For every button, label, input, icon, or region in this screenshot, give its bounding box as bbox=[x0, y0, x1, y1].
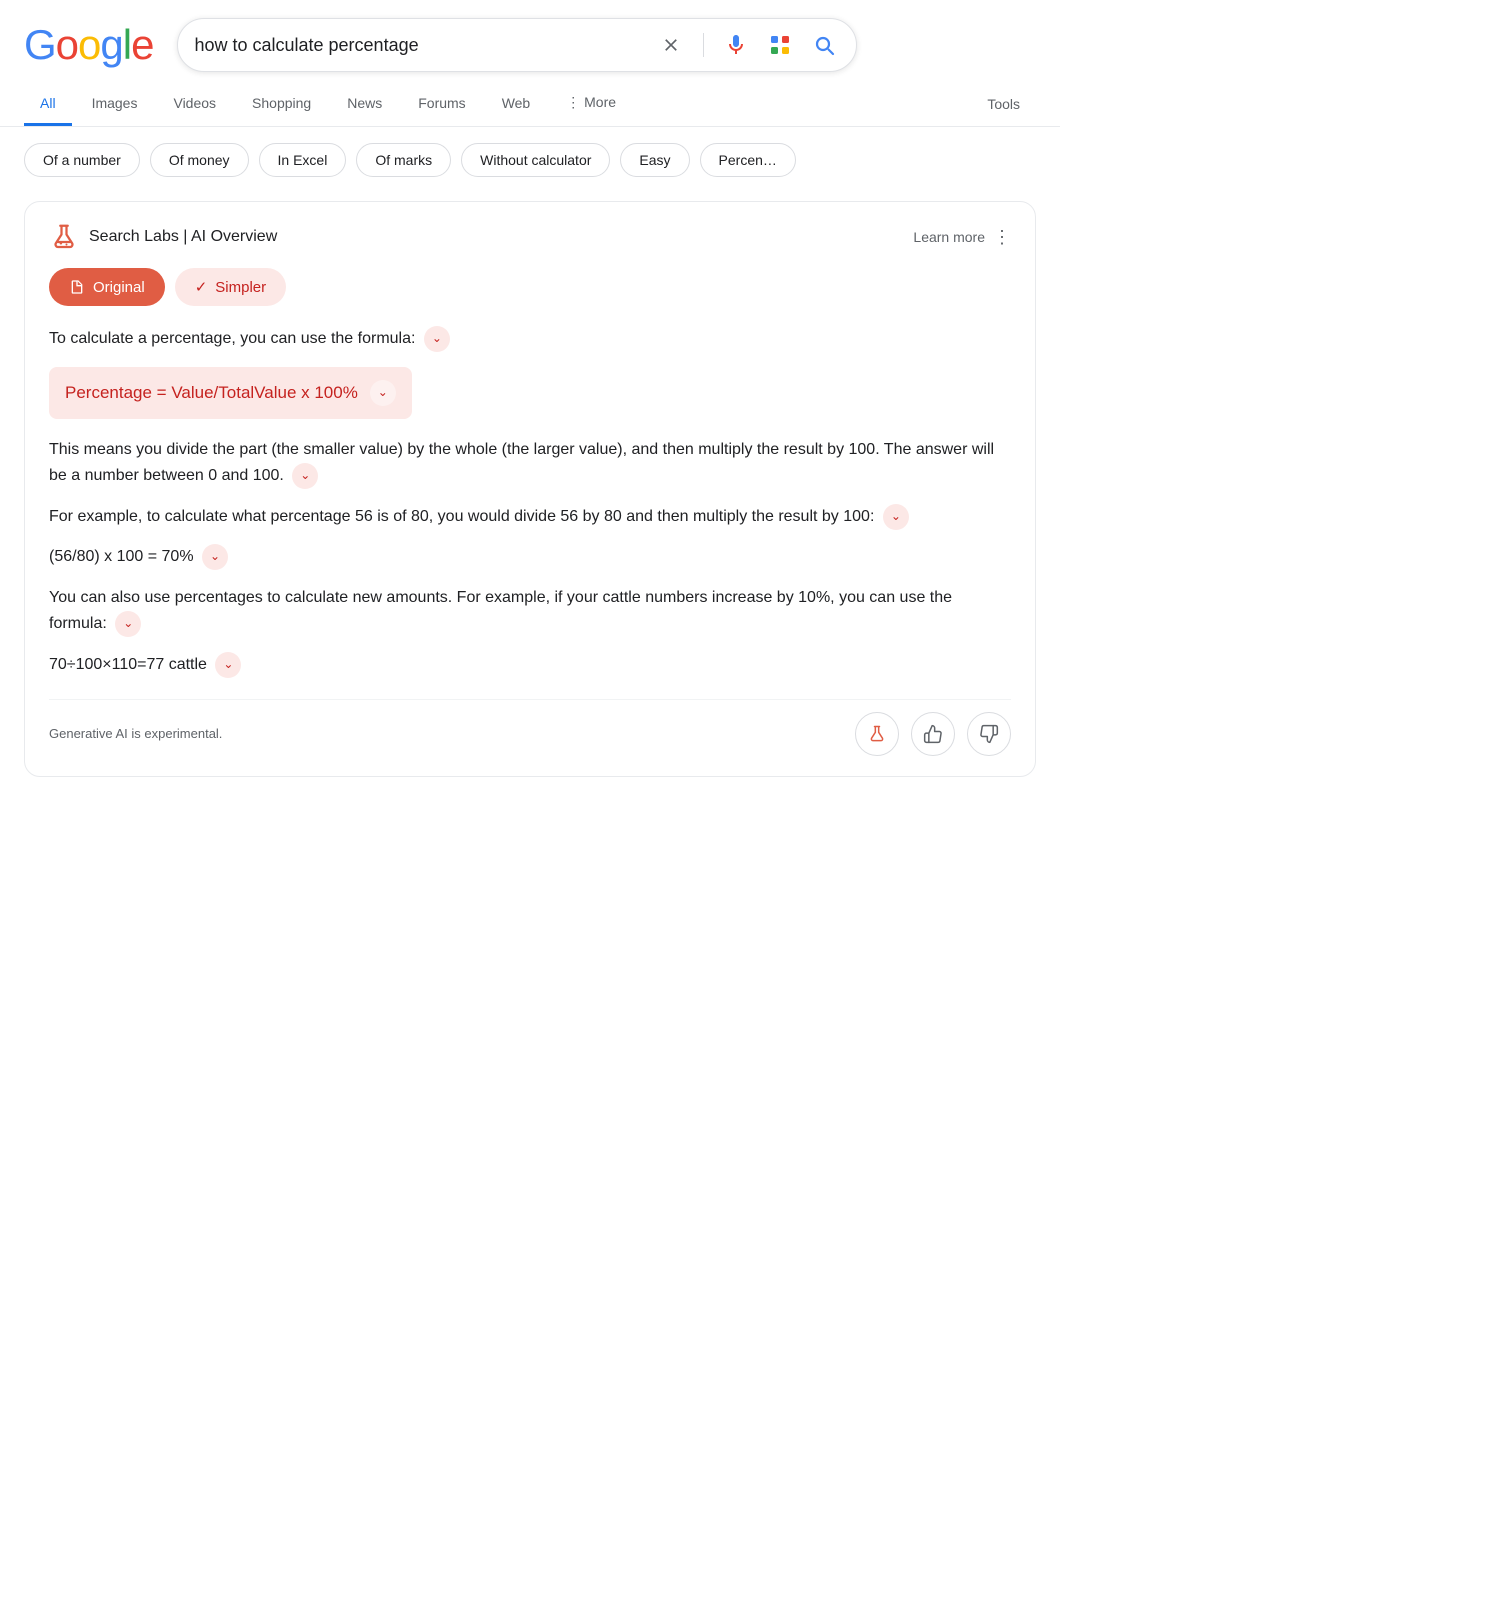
ai-overview-title-group: Search Labs | AI Overview bbox=[49, 222, 277, 252]
chip-of-a-number[interactable]: Of a number bbox=[24, 143, 140, 177]
chip-of-marks[interactable]: Of marks bbox=[356, 143, 451, 177]
tab-more[interactable]: ⋮ More bbox=[550, 82, 632, 126]
flask-feedback-icon bbox=[867, 724, 887, 744]
ai-content: To calculate a percentage, you can use t… bbox=[49, 326, 1011, 679]
tab-shopping[interactable]: Shopping bbox=[236, 83, 327, 126]
nav-tabs: All Images Videos Shopping News Forums W… bbox=[0, 82, 1060, 127]
search-input[interactable]: how to calculate percentage bbox=[194, 35, 655, 56]
more-options-icon: ⋮ bbox=[993, 227, 1011, 248]
chip-percen[interactable]: Percen… bbox=[700, 143, 796, 177]
feedback-buttons bbox=[855, 712, 1011, 756]
lens-button[interactable] bbox=[764, 29, 796, 61]
thumbs-down-icon bbox=[979, 724, 999, 744]
learn-more-button[interactable]: Learn more ⋮ bbox=[913, 227, 1011, 248]
search-bar[interactable]: how to calculate percentage bbox=[177, 18, 857, 72]
clear-button[interactable] bbox=[655, 29, 687, 61]
flask-icon bbox=[49, 222, 79, 252]
example1-box: (56/80) x 100 = 70% ⌄ bbox=[49, 544, 1011, 571]
ai-overview-header: Search Labs | AI Overview Learn more ⋮ bbox=[49, 222, 1011, 252]
search-divider bbox=[703, 33, 704, 57]
tab-images[interactable]: Images bbox=[76, 83, 154, 126]
voice-search-button[interactable] bbox=[720, 29, 752, 61]
document-icon bbox=[69, 279, 85, 295]
chevron-example2[interactable]: ⌄ bbox=[215, 652, 241, 678]
chevron-formula[interactable]: ⌄ bbox=[370, 380, 396, 406]
tab-videos[interactable]: Videos bbox=[157, 83, 232, 126]
chevron-example1[interactable]: ⌄ bbox=[202, 544, 228, 570]
header: Google how to calculate percentage bbox=[0, 0, 1060, 82]
chip-of-money[interactable]: Of money bbox=[150, 143, 249, 177]
generative-ai-disclaimer: Generative AI is experimental. bbox=[49, 726, 222, 741]
ai-paragraph-3: For example, to calculate what percentag… bbox=[49, 504, 1011, 531]
original-button[interactable]: Original bbox=[49, 268, 165, 306]
mode-buttons: Original ✓ Simpler bbox=[49, 268, 1011, 306]
ai-paragraph-2: This means you divide the part (the smal… bbox=[49, 437, 1011, 490]
formula-box[interactable]: Percentage = Value/TotalValue x 100% ⌄ bbox=[49, 367, 412, 419]
thumbs-up-icon bbox=[923, 724, 943, 744]
search-button[interactable] bbox=[808, 29, 840, 61]
search-icons bbox=[655, 29, 840, 61]
chip-without-calculator[interactable]: Without calculator bbox=[461, 143, 610, 177]
tab-news[interactable]: News bbox=[331, 83, 398, 126]
tab-all[interactable]: All bbox=[24, 83, 72, 126]
google-logo: Google bbox=[24, 21, 153, 69]
thumbs-up-button[interactable] bbox=[911, 712, 955, 756]
ai-paragraph-4: You can also use percentages to calculat… bbox=[49, 585, 1011, 638]
chevron-p4[interactable]: ⌄ bbox=[115, 611, 141, 637]
chevron-p1[interactable]: ⌄ bbox=[424, 326, 450, 352]
tools-button[interactable]: Tools bbox=[971, 84, 1036, 124]
chevron-p3[interactable]: ⌄ bbox=[883, 504, 909, 530]
chip-in-excel[interactable]: In Excel bbox=[259, 143, 347, 177]
tab-web[interactable]: Web bbox=[486, 83, 547, 126]
chevron-p2[interactable]: ⌄ bbox=[292, 463, 318, 489]
ai-overview-title: Search Labs | AI Overview bbox=[89, 228, 277, 246]
thumbs-down-button[interactable] bbox=[967, 712, 1011, 756]
chip-easy[interactable]: Easy bbox=[620, 143, 689, 177]
example2-box: 70÷100×110=77 cattle ⌄ bbox=[49, 652, 1011, 679]
chips-row: Of a number Of money In Excel Of marks W… bbox=[0, 127, 1060, 193]
checkmark-icon: ✓ bbox=[195, 278, 208, 296]
ai-footer: Generative AI is experimental. bbox=[49, 699, 1011, 756]
tab-forums[interactable]: Forums bbox=[402, 83, 481, 126]
simpler-button[interactable]: ✓ Simpler bbox=[175, 268, 286, 306]
feedback-flask-button[interactable] bbox=[855, 712, 899, 756]
ai-paragraph-1: To calculate a percentage, you can use t… bbox=[49, 326, 1011, 353]
ai-overview-card: Search Labs | AI Overview Learn more ⋮ O… bbox=[24, 201, 1036, 777]
